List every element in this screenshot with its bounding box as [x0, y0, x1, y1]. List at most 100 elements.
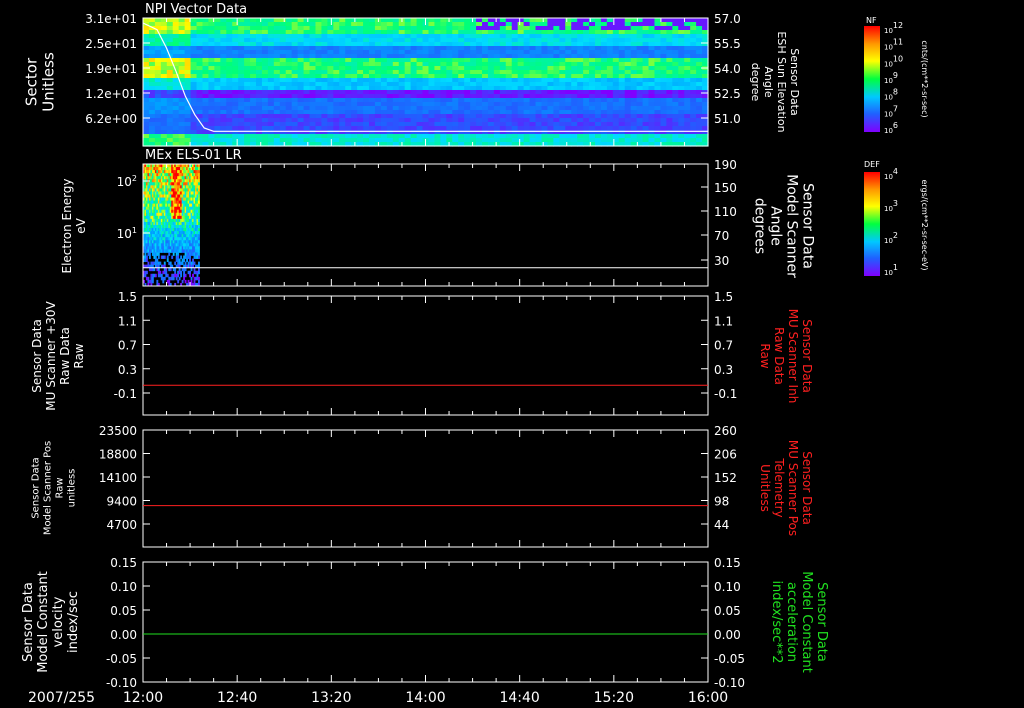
npi-heatmap-cell: [618, 18, 626, 23]
npi-heatmap-cell: [172, 90, 180, 95]
npi-heatmap-cell: [404, 90, 412, 95]
npi-heatmap-cell: [244, 50, 251, 55]
npi-heatmap-cell: [178, 22, 186, 27]
y-tick-label-right: -0.05: [714, 652, 745, 666]
npi-heatmap-cell: [690, 38, 697, 43]
npi-heatmap-cell: [660, 54, 667, 59]
npi-heatmap-cell: [256, 46, 263, 51]
npi-heatmap-cell: [244, 110, 251, 115]
npi-heatmap-cell: [369, 46, 376, 51]
npi-heatmap-cell: [476, 110, 483, 115]
els-heatmap-cell: [166, 273, 169, 278]
npi-heatmap-cell: [184, 130, 192, 135]
npi-heatmap-cell: [636, 62, 644, 67]
npi-heatmap-cell: [184, 66, 192, 71]
npi-heatmap-cell: [267, 22, 275, 27]
npi-heatmap-cell: [256, 94, 263, 99]
npi-heatmap-cell: [476, 86, 483, 91]
npi-heatmap-cell: [618, 78, 626, 83]
npi-heatmap-cell: [654, 34, 662, 39]
npi-heatmap-cell: [476, 90, 483, 95]
npi-heatmap-cell: [315, 50, 323, 55]
npi-heatmap-cell: [279, 26, 287, 31]
els-heatmap-cell: [198, 194, 200, 198]
npi-heatmap-cell: [630, 58, 638, 63]
npi-heatmap-cell: [327, 26, 334, 31]
npi-heatmap-cell: [374, 54, 382, 59]
npi-heatmap-cell: [267, 58, 275, 63]
npi-heatmap-cell: [660, 42, 667, 47]
npi-heatmap-cell: [589, 62, 596, 67]
npi-heatmap-cell: [559, 42, 566, 47]
npi-heatmap-cell: [410, 94, 418, 99]
npi-heatmap-cell: [618, 114, 626, 119]
npi-heatmap-cell: [315, 26, 323, 31]
npi-heatmap-cell: [630, 74, 638, 79]
npi-heatmap-cell: [285, 22, 293, 27]
npi-heatmap-cell: [559, 106, 566, 111]
npi-heatmap-cell: [470, 102, 477, 107]
npi-heatmap-cell: [422, 126, 430, 131]
npi-heatmap-cell: [482, 58, 489, 63]
npi-heatmap-cell: [166, 126, 174, 131]
npi-heatmap-cell: [523, 102, 531, 107]
npi-heatmap-cell: [434, 18, 441, 23]
npi-heatmap-cell: [612, 58, 620, 63]
npi-heatmap-cell: [238, 54, 245, 59]
npi-heatmap-cell: [606, 130, 614, 135]
npi-heatmap-cell: [416, 74, 424, 79]
npi-heatmap-cell: [434, 130, 441, 135]
npi-heatmap-cell: [672, 106, 679, 111]
y-tick-label-right: 0.10: [714, 580, 741, 594]
npi-heatmap-cell: [345, 38, 352, 43]
npi-heatmap-cell: [606, 134, 614, 139]
npi-heatmap-cell: [517, 74, 525, 79]
npi-heatmap-cell: [232, 90, 239, 95]
npi-heatmap-cell: [565, 58, 572, 63]
npi-heatmap-cell: [535, 26, 543, 31]
npi-heatmap-cell: [482, 18, 489, 23]
npi-heatmap-cell: [583, 90, 590, 95]
npi-heatmap-cell: [297, 82, 305, 87]
npi-heatmap-cell: [660, 134, 667, 139]
npi-heatmap-cell: [595, 126, 602, 131]
npi-heatmap-cell: [202, 54, 210, 59]
npi-heatmap-cell: [143, 26, 150, 31]
npi-heatmap-cell: [172, 106, 180, 111]
y-tick-label-left: 9400: [106, 495, 137, 509]
npi-heatmap-cell: [678, 58, 685, 63]
npi-heatmap-cell: [279, 138, 287, 143]
npi-heatmap-cell: [250, 122, 257, 127]
npi-heatmap-cell: [404, 38, 412, 43]
npi-heatmap-cell: [583, 82, 590, 87]
npi-heatmap-cell: [618, 82, 626, 87]
npi-heatmap-cell: [363, 46, 370, 51]
npi-heatmap-cell: [482, 122, 489, 127]
npi-heatmap-cell: [482, 30, 489, 35]
npi-heatmap-cell: [618, 102, 626, 107]
npi-heatmap-cell: [148, 18, 156, 23]
npi-heatmap-cell: [487, 42, 495, 47]
npi-heatmap-cell: [333, 22, 340, 27]
npi-heatmap-cell: [160, 94, 168, 99]
npi-heatmap-cell: [166, 102, 174, 107]
y-axis-title-line: ESH Sun Elevation: [775, 31, 788, 132]
npi-heatmap-cell: [553, 138, 560, 143]
npi-heatmap-cell: [446, 22, 453, 27]
npi-heatmap-cell: [624, 94, 632, 99]
npi-heatmap-cell: [291, 78, 299, 83]
npi-heatmap-cell: [285, 46, 293, 51]
npi-heatmap-cell: [148, 54, 156, 59]
npi-heatmap-cell: [345, 138, 352, 143]
npi-heatmap-cell: [648, 126, 656, 131]
npi-heatmap-cell: [464, 26, 471, 31]
npi-heatmap-cell: [321, 26, 328, 31]
npi-heatmap-cell: [250, 26, 257, 31]
npi-heatmap-cell: [422, 98, 430, 103]
npi-heatmap-cell: [482, 34, 489, 39]
npi-heatmap-cell: [440, 22, 447, 27]
npi-heatmap-cell: [422, 90, 430, 95]
npi-heatmap-cell: [184, 138, 192, 143]
npi-heatmap-cell: [606, 34, 614, 39]
npi-heatmap-cell: [606, 90, 614, 95]
